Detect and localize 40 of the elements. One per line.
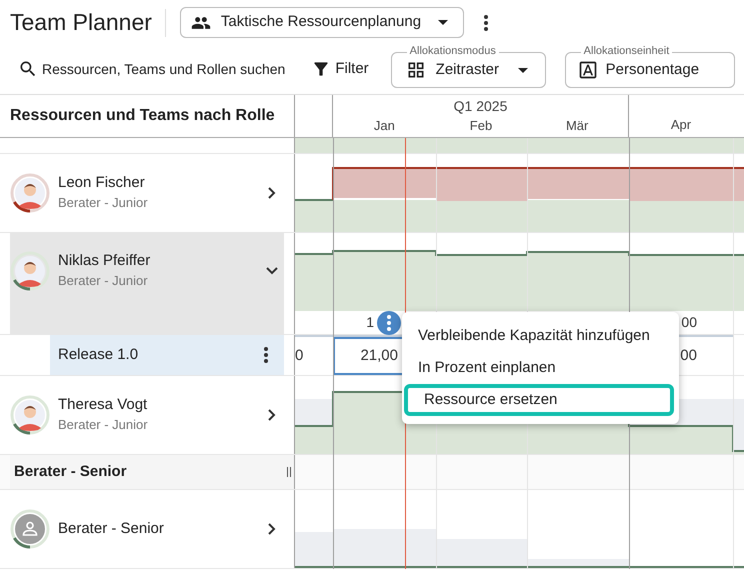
month-label: Jan: [374, 117, 395, 135]
letter-icon: [578, 60, 598, 80]
total-value: 1: [366, 313, 374, 332]
chevron-down-icon: [266, 267, 278, 275]
chevron-right-icon: [268, 523, 276, 535]
more-icon: [264, 347, 268, 363]
resource-name: Niklas Pfeiffer: [58, 251, 152, 271]
month-label: Feb: [470, 117, 492, 135]
resource-role: Berater - Junior: [58, 194, 149, 212]
resource-name: Leon Fischer: [58, 173, 146, 193]
chevron-right-icon: [268, 187, 276, 199]
resize-handle[interactable]: [287, 467, 291, 477]
month-label: Mär: [566, 117, 588, 135]
value-cell-text: 0: [295, 346, 304, 366]
search-icon: [18, 59, 38, 79]
resource-name: Berater - Senior: [58, 519, 165, 539]
chevron-right-icon: [268, 409, 276, 421]
app-title: Team Planner: [10, 8, 152, 38]
filter-button[interactable]: Filter: [311, 52, 369, 86]
assignment-row[interactable]: Release 1.0: [50, 335, 284, 375]
cell-menu-button[interactable]: [377, 311, 401, 335]
view-dropdown[interactable]: Taktische Ressourcenplanung: [180, 7, 464, 38]
panel-title: Ressourcen und Teams nach Rolle: [10, 106, 275, 126]
assignment-name: Release 1.0: [58, 344, 140, 365]
grid-icon: [406, 60, 426, 80]
menu-item[interactable]: Ressource ersetzen: [404, 384, 674, 416]
search-button[interactable]: Ressourcen, Teams und Rollen suchen: [18, 52, 286, 86]
total-value: 00: [681, 313, 697, 332]
capacity-line: [295, 199, 333, 201]
more-icon: [484, 14, 488, 30]
caret-icon: [438, 20, 448, 25]
resource-role: Berater - Junior: [58, 272, 149, 290]
resource-name: Theresa Vogt: [58, 395, 148, 415]
caret-icon: [518, 68, 528, 72]
group-name: Berater - Senior: [14, 462, 128, 482]
selected-row-background[interactable]: Niklas Pfeiffer Berater - Junior: [10, 233, 284, 334]
quarter-label: Q1 2025: [454, 97, 508, 116]
more-icon: [387, 315, 391, 331]
month-label: Apr: [670, 116, 692, 134]
resource-role: Berater - Junior: [58, 416, 149, 434]
